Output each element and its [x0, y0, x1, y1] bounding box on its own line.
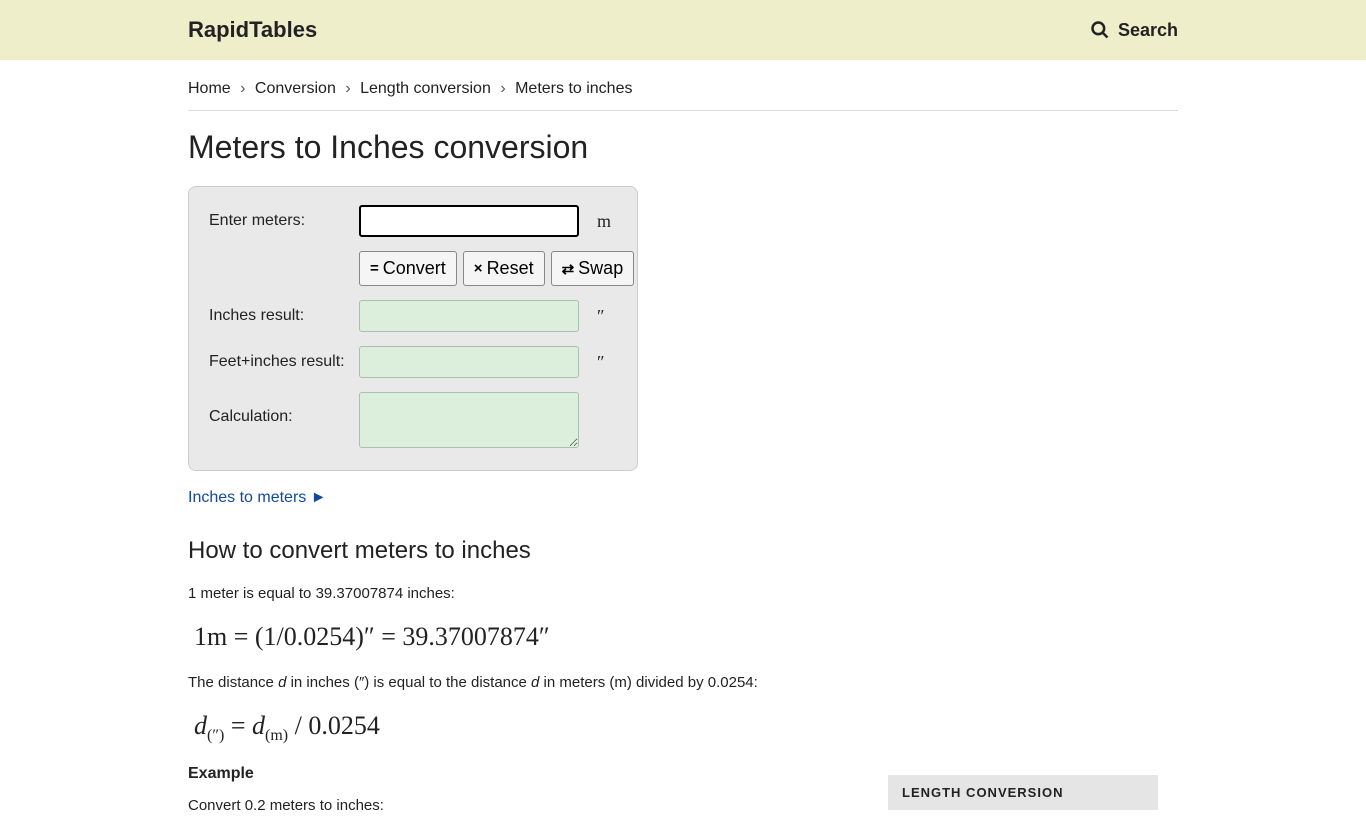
feet-inches-result-label: Feet+inches result:	[209, 353, 359, 371]
breadcrumb-home[interactable]: Home	[188, 80, 231, 97]
formula-2: d(″) = d(m) / 0.0254	[194, 711, 1178, 745]
calculation-label: Calculation:	[209, 392, 359, 426]
feet-inches-output	[359, 346, 579, 378]
breadcrumb-length[interactable]: Length conversion	[360, 80, 491, 97]
inches-result-label: Inches result:	[209, 307, 359, 325]
meters-unit: m	[597, 211, 611, 232]
calculation-output	[359, 392, 579, 448]
howto-p2: The distance d in inches (″) is equal to…	[188, 672, 1178, 693]
equals-icon: =	[370, 260, 379, 277]
inches-output	[359, 300, 579, 332]
breadcrumb: Home › Conversion › Length conversion › …	[188, 60, 1178, 111]
breadcrumb-conversion[interactable]: Conversion	[255, 80, 336, 97]
inches-unit: ″	[597, 306, 605, 327]
formula-1: 1m = (1/0.0254)″ = 39.37007874″	[194, 622, 1178, 652]
howto-p1: 1 meter is equal to 39.37007874 inches:	[188, 583, 1178, 604]
search-icon	[1090, 20, 1110, 40]
search-label: Search	[1118, 20, 1178, 41]
search-button[interactable]: Search	[1090, 20, 1178, 41]
swap-button[interactable]: ⇄Swap	[551, 251, 635, 286]
convert-button[interactable]: =Convert	[359, 251, 457, 286]
site-logo[interactable]: RapidTables	[188, 17, 317, 43]
close-icon: ×	[474, 260, 483, 277]
breadcrumb-current: Meters to inches	[515, 80, 632, 97]
top-bar: RapidTables Search	[0, 0, 1366, 60]
meters-input[interactable]	[359, 205, 579, 237]
feet-inches-unit: ″	[597, 352, 605, 373]
calculator-box: Enter meters: m =Convert ×Reset ⇄Swap In…	[188, 186, 638, 471]
example-p: Convert 0.2 meters to inches:	[188, 795, 828, 816]
reset-button[interactable]: ×Reset	[463, 251, 545, 286]
inches-to-meters-link[interactable]: Inches to meters ►	[188, 489, 327, 506]
page-title: Meters to Inches conversion	[188, 129, 1178, 166]
sidebar-length-conversion-heading: LENGTH CONVERSION	[888, 775, 1158, 810]
enter-meters-label: Enter meters:	[209, 212, 359, 230]
swap-icon: ⇄	[562, 260, 575, 278]
howto-heading: How to convert meters to inches	[188, 537, 1178, 565]
